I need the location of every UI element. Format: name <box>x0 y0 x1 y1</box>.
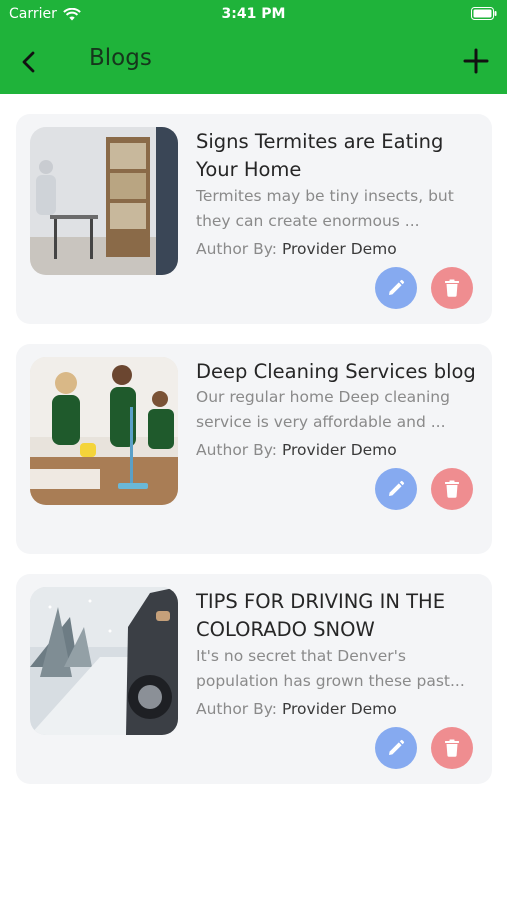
edit-button[interactable] <box>375 468 417 510</box>
author-name: Provider Demo <box>281 441 397 459</box>
blog-excerpt: Our regular home Deep cleaning service i… <box>196 388 450 431</box>
status-time: 3:41 PM <box>221 6 286 22</box>
trash-icon <box>445 480 459 498</box>
blog-author: Author By: Provider Demo <box>196 441 397 459</box>
blog-card[interactable]: Deep Cleaning Services blog Our regular … <box>16 344 492 554</box>
plus-icon[interactable] <box>459 44 493 78</box>
author-name: Provider Demo <box>281 240 397 258</box>
blog-list: Signs Termites are Eating Your Home Term… <box>16 114 492 804</box>
blog-thumbnail <box>30 357 178 505</box>
pencil-icon <box>389 480 405 496</box>
edit-button[interactable] <box>375 267 417 309</box>
battery-icon <box>471 7 497 20</box>
author-label: Author By: <box>196 441 278 459</box>
author-name: Provider Demo <box>281 700 397 718</box>
author-label: Author By: <box>196 700 278 718</box>
blog-title[interactable]: Deep Cleaning Services blog <box>196 358 482 386</box>
app-bar: Blogs <box>0 30 507 94</box>
page-title: Blogs <box>89 45 152 71</box>
blog-title[interactable]: TIPS FOR DRIVING IN THE COLORADO SNOW <box>196 588 482 644</box>
author-label: Author By: <box>196 240 278 258</box>
blog-excerpt: Termites may be tiny insects, but they c… <box>196 187 454 230</box>
trash-icon <box>445 739 459 757</box>
delete-button[interactable] <box>431 267 473 309</box>
blog-card[interactable]: Signs Termites are Eating Your Home Term… <box>16 114 492 324</box>
delete-button[interactable] <box>431 468 473 510</box>
delete-button[interactable] <box>431 727 473 769</box>
edit-button[interactable] <box>375 727 417 769</box>
blog-author: Author By: Provider Demo <box>196 700 397 718</box>
blog-thumbnail <box>30 127 178 275</box>
pencil-icon <box>389 279 405 295</box>
blog-card[interactable]: TIPS FOR DRIVING IN THE COLORADO SNOW It… <box>16 574 492 784</box>
status-bar: Carrier 3:41 PM <box>0 0 507 30</box>
pencil-icon <box>389 739 405 755</box>
blog-thumbnail <box>30 587 178 735</box>
blog-author: Author By: Provider Demo <box>196 240 397 258</box>
chevron-left-icon[interactable] <box>14 46 46 78</box>
trash-icon <box>445 279 459 297</box>
blog-title[interactable]: Signs Termites are Eating Your Home <box>196 128 482 184</box>
blog-excerpt: It's no secret that Denver's population … <box>196 647 465 690</box>
